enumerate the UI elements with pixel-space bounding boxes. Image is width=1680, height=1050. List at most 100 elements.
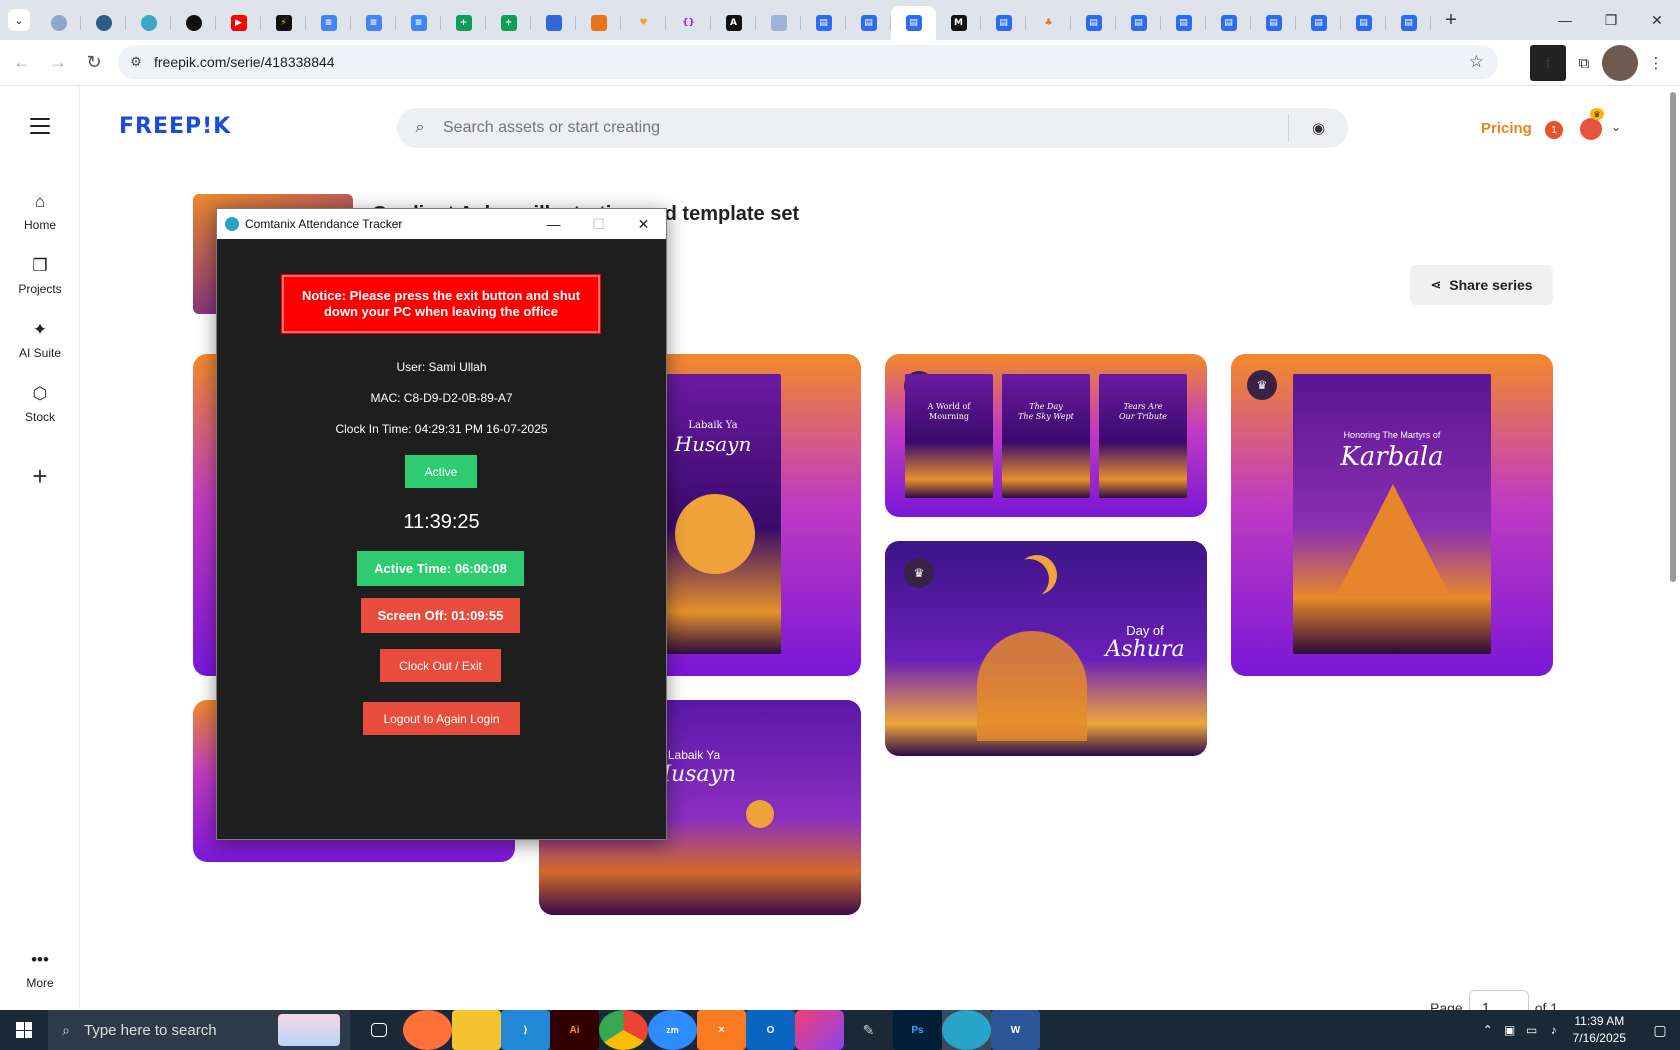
reload-icon[interactable]: ↻: [76, 45, 112, 81]
sidebar-item-stock[interactable]: ⬡ Stock: [0, 384, 80, 424]
sidebar-item-projects[interactable]: ❐ Projects: [0, 256, 80, 296]
bookmark-star-icon[interactable]: ☆: [1469, 52, 1484, 72]
taskbar-app-pen-tool[interactable]: ✎: [844, 1010, 893, 1050]
freepik-logo[interactable]: FREEP!K: [119, 114, 231, 139]
browser-tab[interactable]: ▤: [1341, 7, 1386, 39]
minimize-icon[interactable]: —: [1542, 0, 1588, 40]
camera-icon[interactable]: ◉: [1288, 114, 1348, 142]
forms-icon: ▤: [905, 15, 922, 31]
poster-text: Mourning: [929, 412, 969, 421]
browser-tab[interactable]: ≡: [396, 7, 441, 39]
chevron-up-icon[interactable]: ⌃: [1477, 1023, 1499, 1037]
browser-tab[interactable]: ▤: [1386, 7, 1431, 39]
logout-button[interactable]: Logout to Again Login: [363, 702, 520, 735]
close-icon[interactable]: ✕: [1634, 0, 1680, 40]
add-icon[interactable]: +: [20, 456, 60, 496]
taskbar-app-creative-cloud[interactable]: [795, 1010, 844, 1050]
browser-tab[interactable]: ▤: [1071, 7, 1116, 39]
minimize-icon[interactable]: —: [531, 209, 576, 239]
notification-badge[interactable]: 1: [1545, 121, 1563, 139]
browser-tab-active[interactable]: ▤: [891, 6, 936, 40]
browser-tab[interactable]: ▤: [1161, 7, 1206, 39]
taskbar-app-vscode[interactable]: ⟩: [501, 1010, 550, 1050]
avatar[interactable]: [1580, 118, 1602, 140]
page-scrollbar[interactable]: [1670, 92, 1676, 582]
taskbar-app-firefox[interactable]: [403, 1010, 452, 1050]
browser-tab[interactable]: A: [711, 7, 756, 39]
browser-tab[interactable]: ▤: [801, 7, 846, 39]
browser-tab[interactable]: ▶: [216, 7, 261, 39]
browser-tab[interactable]: [81, 7, 126, 39]
search-input[interactable]: [443, 119, 1263, 137]
browser-tab[interactable]: +: [441, 7, 486, 39]
browser-tab[interactable]: ▤: [1206, 7, 1251, 39]
system-clock[interactable]: 11:39 AM 7/16/2025: [1573, 1013, 1626, 1047]
extension-f-icon[interactable]: f: [1530, 45, 1566, 81]
taskbar-search[interactable]: ⌕ Type here to search: [48, 1010, 350, 1050]
user-label: User: Sami Ullah: [396, 360, 487, 374]
browser-tab[interactable]: ♣: [1026, 7, 1071, 39]
browser-tab[interactable]: [531, 7, 576, 39]
browser-tab[interactable]: ▤: [1116, 7, 1161, 39]
share-series-button[interactable]: ⋖ Share series: [1410, 265, 1553, 305]
clock-out-button[interactable]: Clock Out / Exit: [380, 649, 501, 682]
browser-tab[interactable]: [756, 7, 801, 39]
taskbar-app-zoom[interactable]: zm: [648, 1010, 697, 1050]
restore-icon[interactable]: ❐: [1588, 0, 1634, 40]
network-icon[interactable]: ▭: [1521, 1023, 1543, 1037]
browser-tab[interactable]: ≡: [306, 7, 351, 39]
browser-tab[interactable]: ⚡: [261, 7, 306, 39]
profile-avatar[interactable]: [1602, 45, 1638, 81]
browser-tab[interactable]: ≡: [351, 7, 396, 39]
forward-icon[interactable]: →: [40, 45, 76, 81]
taskbar-app-xampp[interactable]: ✕: [697, 1010, 746, 1050]
tab-favicon-icon: ♥: [639, 18, 648, 28]
maximize-icon[interactable]: ☐: [576, 209, 621, 239]
browser-tab[interactable]: [126, 7, 171, 39]
site-settings-icon[interactable]: ⚙: [118, 54, 154, 70]
browser-tab[interactable]: ▤: [1296, 7, 1341, 39]
task-view-icon[interactable]: [354, 1010, 403, 1050]
address-bar[interactable]: ⚙ freepik.com/serie/418338844 ☆: [118, 45, 1498, 79]
chevron-down-icon[interactable]: ⌄: [1611, 120, 1621, 134]
taskbar-app-illustrator[interactable]: Ai: [550, 1010, 599, 1050]
taskbar-app-tracker[interactable]: [942, 1010, 991, 1050]
browser-tab[interactable]: [36, 7, 81, 39]
sidebar-item-home[interactable]: ⌂ Home: [0, 192, 80, 232]
back-icon[interactable]: ←: [4, 45, 40, 81]
gallery-card[interactable]: ♛ Honoring The Martyrs of Karbala: [1231, 354, 1553, 676]
taskbar-app-outlook[interactable]: O: [746, 1010, 795, 1050]
device-icon[interactable]: ▣: [1499, 1023, 1521, 1037]
kebab-menu-icon[interactable]: ⋮: [1638, 45, 1674, 81]
browser-tab[interactable]: ▤: [846, 7, 891, 39]
tab-favicon-icon: [95, 15, 112, 31]
browser-tab[interactable]: +: [486, 7, 531, 39]
close-icon[interactable]: ✕: [621, 209, 666, 239]
taskbar-app-photoshop[interactable]: Ps: [893, 1010, 942, 1050]
browser-tab[interactable]: [171, 7, 216, 39]
bolt-icon: ⚡: [275, 15, 292, 31]
browser-tab[interactable]: ▤: [1251, 7, 1296, 39]
browser-tab[interactable]: M: [936, 7, 981, 39]
sidebar-item-ai-suite[interactable]: ✦ AI Suite: [0, 320, 80, 360]
browser-tab[interactable]: {}: [666, 7, 711, 39]
sidebar-item-more[interactable]: ••• More: [0, 950, 80, 990]
taskbar-app-chrome[interactable]: [599, 1010, 648, 1050]
app-titlebar[interactable]: Comtanix Attendance Tracker — ☐ ✕: [217, 209, 666, 239]
tab-search-button[interactable]: ⌄: [8, 9, 30, 31]
new-tab-button[interactable]: +: [1437, 6, 1465, 34]
extensions-puzzle-icon[interactable]: ⧉: [1566, 45, 1602, 81]
gallery-card[interactable]: ♛ A World of Mourning The Day The Sky We…: [885, 354, 1207, 517]
browser-tab[interactable]: ▤: [981, 7, 1026, 39]
browser-tab[interactable]: ♥: [621, 7, 666, 39]
taskbar-app-word[interactable]: W: [991, 1010, 1040, 1050]
notifications-icon[interactable]: ▢: [1640, 1022, 1680, 1039]
volume-icon[interactable]: ♪: [1543, 1023, 1565, 1037]
hamburger-menu-icon[interactable]: [30, 118, 50, 139]
forms-icon: ▤: [1220, 15, 1237, 31]
pricing-link[interactable]: Pricing: [1481, 120, 1532, 137]
taskbar-app-explorer[interactable]: [452, 1010, 501, 1050]
start-button[interactable]: [0, 1010, 48, 1050]
browser-tab[interactable]: [576, 7, 621, 39]
gallery-card[interactable]: ♛ Day of Ashura: [885, 541, 1207, 756]
